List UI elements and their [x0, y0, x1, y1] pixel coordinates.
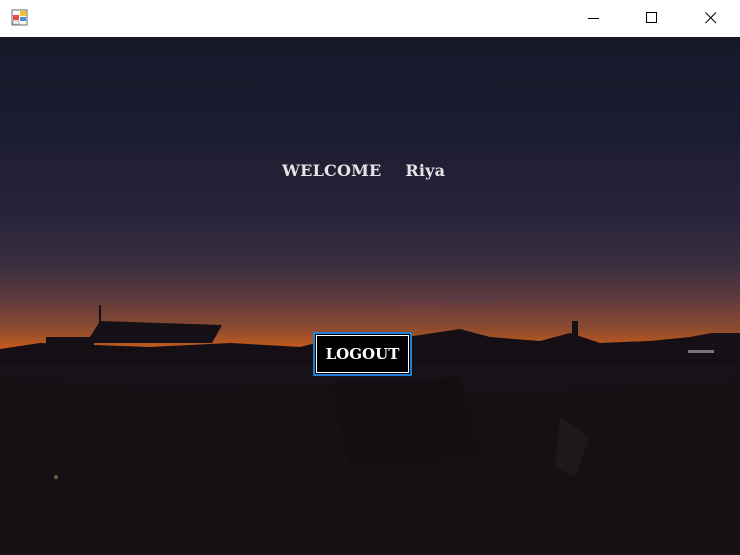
windows-form-icon [11, 9, 28, 26]
logout-button-label: LOGOUT [325, 345, 400, 363]
logout-button[interactable]: LOGOUT [313, 332, 412, 376]
form-client-area: WELCOME Riya LOGOUT [0, 37, 740, 555]
welcome-label: WELCOME [282, 161, 382, 180]
sunset-background-image [0, 295, 740, 555]
close-button[interactable] [682, 0, 740, 36]
title-bar[interactable] [0, 0, 740, 37]
maximize-button[interactable] [623, 0, 681, 36]
welcome-row: WELCOME Riya [282, 161, 445, 180]
user-name-label: Riya [405, 161, 446, 180]
close-icon [705, 12, 717, 24]
app-window: WELCOME Riya LOGOUT [0, 0, 740, 555]
minimize-icon [588, 18, 599, 19]
maximize-icon [646, 12, 657, 23]
minimize-button[interactable] [565, 0, 623, 36]
